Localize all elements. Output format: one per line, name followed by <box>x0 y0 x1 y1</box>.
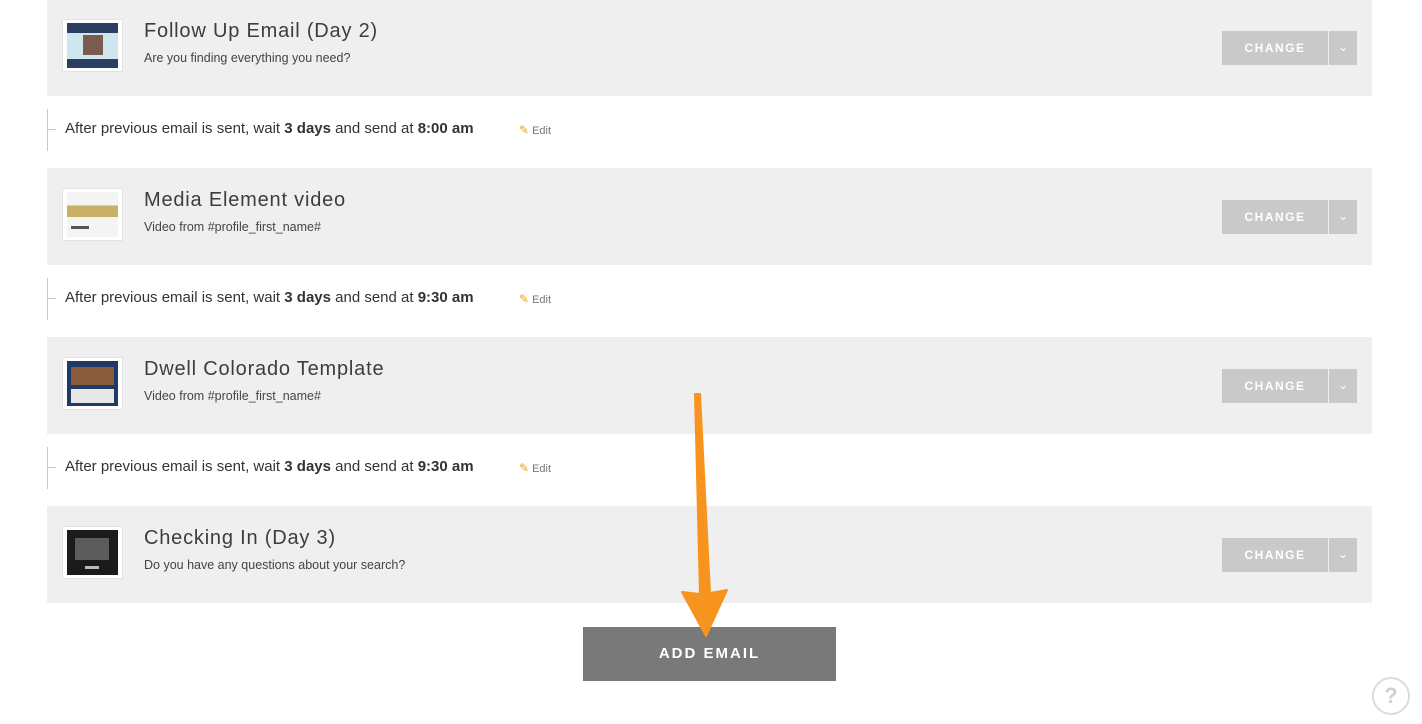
change-button-group: CHANGE ⌄ <box>1222 538 1357 572</box>
email-thumbnail[interactable] <box>62 19 123 72</box>
wait-middle: and send at <box>335 289 414 306</box>
wait-text: After previous email is sent, wait 3 day… <box>65 120 474 137</box>
email-thumbnail[interactable] <box>62 357 123 410</box>
email-subject: Do you have any questions about your sea… <box>144 558 406 572</box>
edit-link[interactable]: ✎ Edit <box>519 123 551 137</box>
help-button[interactable]: ? <box>1372 677 1410 715</box>
wait-days: 3 days <box>284 458 331 475</box>
email-title: Media Element video <box>144 189 346 211</box>
pencil-icon: ✎ <box>519 123 530 137</box>
edit-label: Edit <box>532 463 552 475</box>
email-subject: Are you finding everything you need? <box>144 51 351 65</box>
chevron-down-icon[interactable]: ⌄ <box>1329 200 1357 234</box>
change-button[interactable]: CHANGE <box>1222 31 1328 65</box>
wait-text: After previous email is sent, wait 3 day… <box>65 458 474 475</box>
chevron-down-icon[interactable]: ⌄ <box>1329 31 1357 65</box>
change-button[interactable]: CHANGE <box>1222 538 1328 572</box>
email-title: Dwell Colorado Template <box>144 358 385 380</box>
wait-row: After previous email is sent, wait 3 day… <box>47 278 647 320</box>
wait-prefix: After previous email is sent, wait <box>65 458 281 475</box>
wait-days: 3 days <box>284 120 331 137</box>
email-subject: Video from #profile_first_name# <box>144 220 321 234</box>
change-button[interactable]: CHANGE <box>1222 369 1328 403</box>
timeline-line <box>47 109 48 151</box>
edit-link[interactable]: ✎ Edit <box>519 292 551 306</box>
wait-days: 3 days <box>284 289 331 306</box>
pencil-icon: ✎ <box>519 292 530 306</box>
email-card: Media Element video Video from #profile_… <box>47 168 1372 265</box>
change-button[interactable]: CHANGE <box>1222 200 1328 234</box>
pencil-icon: ✎ <box>519 461 530 475</box>
add-email-button[interactable]: ADD EMAIL <box>583 627 836 681</box>
edit-link[interactable]: ✎ Edit <box>519 461 551 475</box>
wait-prefix: After previous email is sent, wait <box>65 289 281 306</box>
email-thumbnail[interactable] <box>62 526 123 579</box>
wait-prefix: After previous email is sent, wait <box>65 120 281 137</box>
wait-time: 9:30 am <box>417 289 474 306</box>
wait-middle: and send at <box>335 458 414 475</box>
chevron-down-icon[interactable]: ⌄ <box>1329 369 1357 403</box>
timeline-tick <box>48 298 56 299</box>
email-title: Follow Up Email (Day 2) <box>144 20 379 42</box>
chevron-down-icon[interactable]: ⌄ <box>1329 538 1357 572</box>
thumbnail-button <box>85 566 99 569</box>
timeline-line <box>47 447 48 489</box>
timeline-tick <box>48 129 56 130</box>
change-button-group: CHANGE ⌄ <box>1222 31 1357 65</box>
email-thumbnail-icon <box>71 226 89 229</box>
wait-middle: and send at <box>335 120 414 137</box>
email-subject: Video from #profile_first_name# <box>144 389 321 403</box>
email-card: Dwell Colorado Template Video from #prof… <box>47 337 1372 434</box>
thumbnail-body <box>71 389 114 403</box>
wait-row: After previous email is sent, wait 3 day… <box>47 447 647 489</box>
email-thumbnail-icon <box>75 538 109 560</box>
email-title: Checking In (Day 3) <box>144 527 336 549</box>
edit-label: Edit <box>532 125 552 137</box>
timeline-line <box>47 278 48 320</box>
email-thumbnail-icon <box>71 367 114 385</box>
wait-time: 8:00 am <box>417 120 474 137</box>
wait-time: 9:30 am <box>417 458 474 475</box>
edit-label: Edit <box>532 294 552 306</box>
email-card: Checking In (Day 3) Do you have any ques… <box>47 506 1372 603</box>
timeline-tick <box>48 467 56 468</box>
wait-text: After previous email is sent, wait 3 day… <box>65 289 474 306</box>
email-thumbnail-icon <box>83 35 103 55</box>
email-thumbnail[interactable] <box>62 188 123 241</box>
change-button-group: CHANGE ⌄ <box>1222 369 1357 403</box>
email-card: Follow Up Email (Day 2) Are you finding … <box>47 0 1372 96</box>
change-button-group: CHANGE ⌄ <box>1222 200 1357 234</box>
wait-row: After previous email is sent, wait 3 day… <box>47 109 647 151</box>
